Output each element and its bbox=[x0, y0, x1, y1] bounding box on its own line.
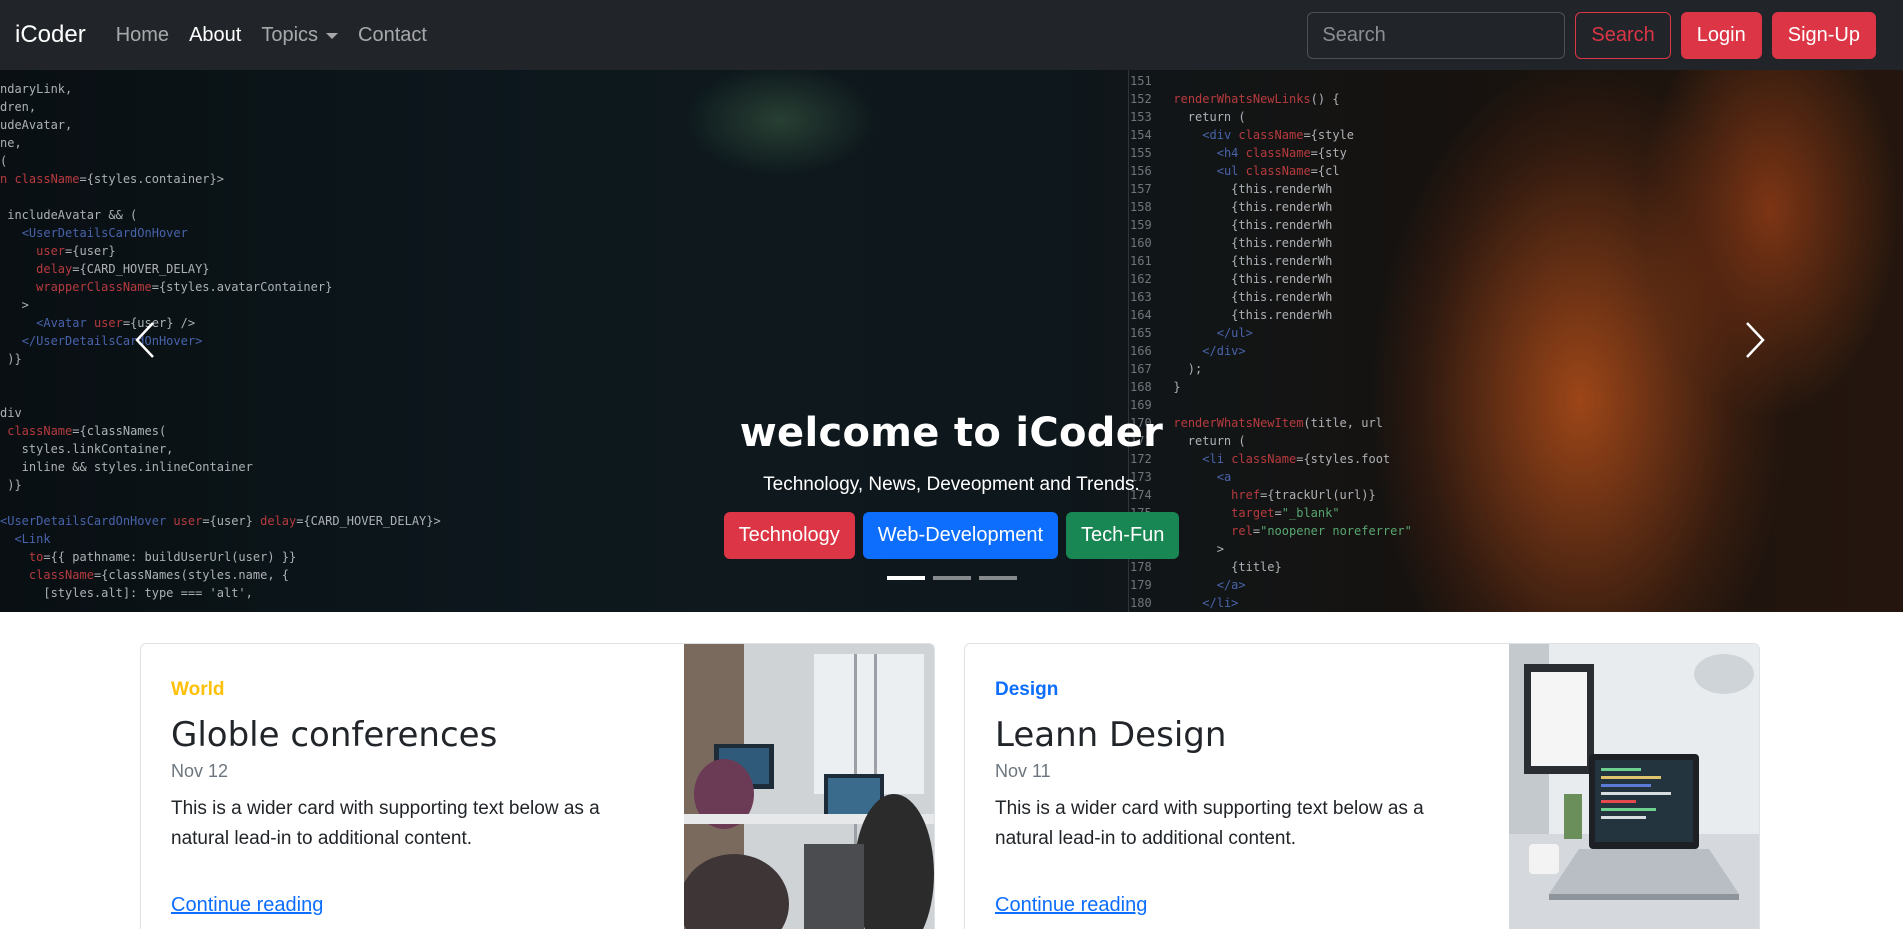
card-text: This is a wider card with supporting tex… bbox=[171, 798, 600, 849]
nav-right-group: Search Login Sign-Up bbox=[1307, 12, 1876, 59]
nav-link-about[interactable]: About bbox=[189, 24, 241, 47]
carousel-next-button[interactable] bbox=[1735, 310, 1775, 370]
continue-reading-link[interactable]: Continue reading bbox=[171, 894, 323, 917]
card-date: Nov 12 bbox=[171, 761, 229, 781]
card-date: Nov 11 bbox=[995, 761, 1051, 781]
card-image-office bbox=[684, 644, 934, 929]
brand-logo[interactable]: iCoder bbox=[15, 21, 86, 49]
signup-button[interactable]: Sign-Up bbox=[1771, 12, 1876, 59]
article-card-design: Design Leann Design Nov 11 This is a wid… bbox=[964, 643, 1760, 929]
card-image-laptop bbox=[1509, 644, 1759, 929]
card-body: World Globle conferences Nov 12 This is … bbox=[171, 644, 651, 917]
card-body: Design Leann Design Nov 11 This is a wid… bbox=[995, 644, 1475, 917]
card-title: Globle conferences bbox=[171, 715, 498, 755]
tech-fun-button[interactable]: Tech-Fun bbox=[1066, 512, 1180, 559]
carousel-prev-button[interactable] bbox=[125, 310, 165, 370]
hero-carousel: ndaryLink, dren, udeAvatar, ne, ( n clas… bbox=[0, 70, 1903, 612]
login-button[interactable]: Login bbox=[1680, 12, 1762, 59]
nav-dropdown-topics[interactable]: Topics bbox=[261, 23, 339, 47]
card-text: This is a wider card with supporting tex… bbox=[995, 798, 1424, 849]
nav-link-home[interactable]: Home bbox=[116, 24, 169, 47]
search-input[interactable] bbox=[1307, 12, 1566, 59]
carousel-indicator-1[interactable] bbox=[886, 576, 925, 580]
nav-dropdown-topics-label: Topics bbox=[261, 23, 319, 46]
nav-link-contact[interactable]: Contact bbox=[358, 24, 427, 47]
technology-button[interactable]: Technology bbox=[723, 512, 855, 559]
carousel-indicator-2[interactable] bbox=[932, 576, 971, 580]
office-illustration bbox=[684, 644, 934, 929]
laptop-illustration bbox=[1509, 644, 1759, 929]
chevron-left-icon bbox=[135, 322, 154, 358]
navbar: iCoder Home About Topics Contact Search … bbox=[0, 0, 1903, 70]
article-card-world: World Globle conferences Nov 12 This is … bbox=[140, 643, 935, 929]
chevron-right-icon bbox=[1746, 322, 1765, 358]
carousel-indicators bbox=[0, 576, 1903, 580]
hero-buttons: Technology Web-Development Tech-Fun bbox=[0, 512, 1903, 559]
search-button[interactable]: Search bbox=[1575, 12, 1671, 59]
card-title: Leann Design bbox=[995, 715, 1227, 755]
caret-down-icon bbox=[326, 33, 339, 39]
card-category: World bbox=[171, 679, 225, 700]
carousel-caption: welcome to iCoder Technology, News, Deve… bbox=[0, 410, 1903, 559]
continue-reading-link[interactable]: Continue reading bbox=[995, 894, 1147, 917]
card-category: Design bbox=[995, 679, 1059, 700]
carousel-indicator-3[interactable] bbox=[978, 576, 1017, 580]
nav-links: Home About Topics Contact bbox=[116, 24, 447, 47]
hero-title: welcome to iCoder bbox=[739, 410, 1164, 456]
web-development-button[interactable]: Web-Development bbox=[862, 512, 1059, 559]
hero-subtitle: Technology, News, Deveopment and Trends. bbox=[763, 474, 1140, 495]
